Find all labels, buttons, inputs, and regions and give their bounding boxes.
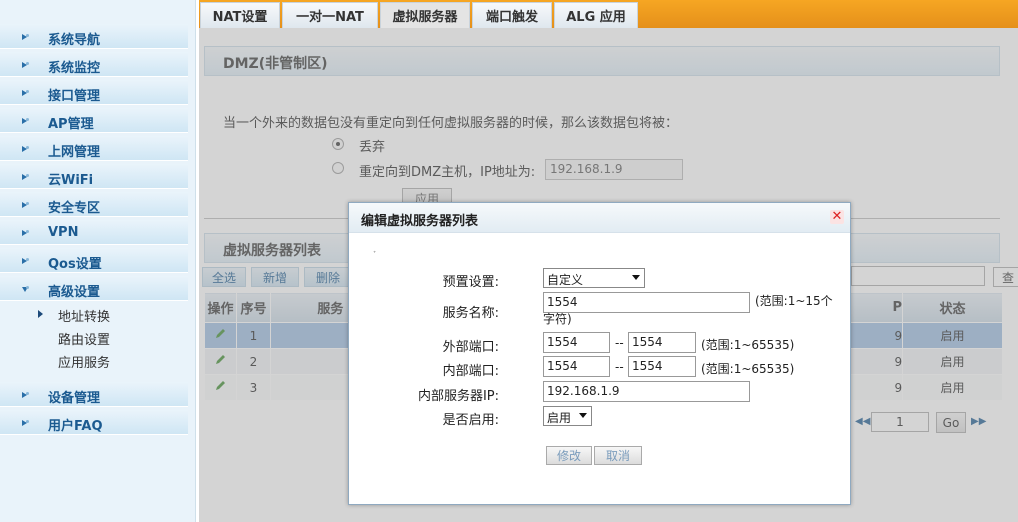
- service-name-hint: (范围:1~15个字符): [543, 294, 833, 326]
- sidebar-item-label: 安全专区: [48, 201, 101, 216]
- modify-button[interactable]: 修改: [546, 446, 592, 465]
- enable-label: 是否启用:: [442, 413, 499, 428]
- sidebar-item-ap[interactable]: AP管理: [0, 108, 188, 133]
- sidebar-item-system-nav[interactable]: 系统导航: [0, 24, 188, 49]
- bullet-icon: [22, 144, 32, 154]
- tab-one-to-one-nat[interactable]: 一对一NAT: [282, 2, 378, 28]
- tab-bar: NAT设置 一对一NAT 虚拟服务器 端口触发 ALG 应用: [199, 0, 1018, 28]
- enable-value: 启用: [547, 411, 572, 425]
- close-icon[interactable]: ✕: [830, 210, 844, 224]
- sidebar-item-label: 系统监控: [48, 61, 101, 76]
- sidebar-item-label: VPN: [48, 225, 79, 240]
- sidebar-item-label: 上网管理: [48, 145, 101, 160]
- enable-select[interactable]: 启用: [543, 406, 592, 426]
- bullet-icon: [22, 88, 32, 98]
- tab-port-trigger[interactable]: 端口触发: [472, 2, 552, 28]
- sidebar-item-advanced[interactable]: 高级设置: [0, 276, 188, 301]
- subitem-routing[interactable]: 路由设置: [58, 329, 110, 348]
- ext-port-hint: (范围:1~65535): [701, 338, 795, 352]
- sidebar-item-cloud-wifi[interactable]: 云WiFi: [0, 164, 188, 189]
- bullet-icon: [22, 256, 32, 266]
- sidebar-item-label: 设备管理: [48, 391, 101, 406]
- service-name-label: 服务名称:: [442, 306, 499, 321]
- ext-port-to-input[interactable]: 1554: [628, 332, 696, 353]
- sidebar-item-label: 系统导航: [48, 33, 101, 48]
- preset-value: 自定义: [547, 273, 584, 287]
- sidebar-item-label: 高级设置: [48, 285, 101, 300]
- sidebar: 系统导航 系统监控 接口管理 AP管理 上网管理 云WiFi 安全专区 VPN …: [0, 0, 196, 522]
- int-port-label: 内部端口:: [442, 364, 499, 379]
- int-port-hint: (范围:1~65535): [701, 362, 795, 376]
- tab-virtual-server[interactable]: 虚拟服务器: [380, 2, 470, 28]
- bullet-icon: [22, 228, 32, 238]
- bullet-icon: [22, 116, 32, 126]
- bullet-icon: [22, 32, 32, 42]
- ext-port-label: 外部端口:: [442, 340, 499, 355]
- int-port-from-input[interactable]: 1554: [543, 356, 610, 377]
- tab-nat[interactable]: NAT设置: [200, 2, 280, 28]
- bullet-icon: [22, 60, 32, 70]
- tab-alg[interactable]: ALG 应用: [554, 2, 638, 28]
- subitem-nat[interactable]: 地址转换: [58, 306, 110, 325]
- sidebar-item-label: 接口管理: [48, 89, 101, 104]
- sidebar-item-interface[interactable]: 接口管理: [0, 80, 188, 105]
- server-ip-label: 内部服务器IP:: [417, 389, 499, 404]
- dropdown-arrow-icon: [632, 275, 640, 280]
- range-separator: --: [615, 336, 624, 350]
- preset-select[interactable]: 自定义: [543, 268, 645, 288]
- ext-port-from-input[interactable]: 1554: [543, 332, 610, 353]
- cancel-button[interactable]: 取消: [594, 446, 642, 465]
- bullet-icon: [22, 418, 32, 428]
- sidebar-item-label: Qos设置: [48, 257, 102, 272]
- dialog-title: 编辑虚拟服务器列表: [349, 203, 850, 233]
- sidebar-item-label: 用户FAQ: [48, 419, 103, 434]
- resize-mark-icon: ᐩ: [373, 249, 377, 258]
- bullet-icon: [22, 390, 32, 400]
- sidebar-item-label: 云WiFi: [48, 173, 94, 188]
- current-arrow-icon: [38, 310, 43, 318]
- range-separator: --: [615, 360, 624, 374]
- bullet-icon: [22, 200, 32, 210]
- sidebar-item-qos[interactable]: Qos设置: [0, 248, 188, 273]
- sidebar-item-device[interactable]: 设备管理: [0, 382, 188, 407]
- int-port-to-input[interactable]: 1554: [628, 356, 696, 377]
- dropdown-arrow-icon: [579, 413, 587, 418]
- subitem-app-service[interactable]: 应用服务: [58, 352, 110, 371]
- submenu: 地址转换 路由设置 应用服务: [0, 304, 188, 374]
- sidebar-item-vpn[interactable]: VPN: [0, 220, 188, 245]
- sidebar-item-internet[interactable]: 上网管理: [0, 136, 188, 161]
- bullet-icon: [22, 172, 32, 182]
- edit-virtual-server-dialog: 编辑虚拟服务器列表 ✕ ᐩ 预置设置: 自定义 服务名称: 1554 (范围:1…: [348, 202, 851, 505]
- sidebar-item-label: AP管理: [48, 117, 94, 132]
- sidebar-item-system-monitor[interactable]: 系统监控: [0, 52, 188, 77]
- sidebar-item-security[interactable]: 安全专区: [0, 192, 188, 217]
- expanded-bullet-icon: [22, 284, 32, 294]
- preset-label: 预置设置:: [442, 275, 499, 290]
- sidebar-item-faq[interactable]: 用户FAQ: [0, 410, 188, 435]
- server-ip-input[interactable]: 192.168.1.9: [543, 381, 750, 402]
